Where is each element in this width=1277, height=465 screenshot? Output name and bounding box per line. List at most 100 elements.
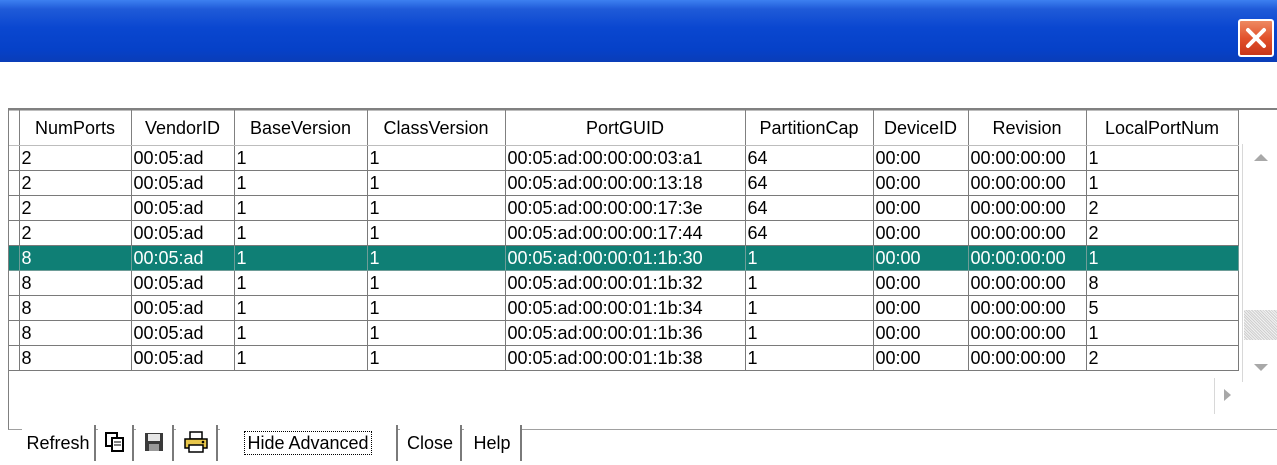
column-header[interactable]: DeviceID <box>872 110 969 146</box>
table-cell[interactable]: 1 <box>233 170 368 196</box>
table-cell[interactable]: 1 <box>366 345 506 371</box>
table-cell[interactable]: 00:00:00:00 <box>967 270 1087 296</box>
table-cell[interactable]: 1 <box>233 195 368 221</box>
table-cell[interactable]: 8 <box>18 320 132 346</box>
table-cell[interactable]: 00:00 <box>872 295 969 321</box>
table-cell[interactable]: 00:00:00:00 <box>967 145 1087 171</box>
column-header[interactable]: ClassVersion <box>366 110 506 146</box>
column-header[interactable]: PartitionCap <box>744 110 874 146</box>
table-cell[interactable]: 8 <box>1085 270 1239 296</box>
table-cell[interactable]: 00:05:ad <box>130 345 235 371</box>
table-cell[interactable]: 00:05:ad:00:00:01:1b:34 <box>504 295 746 321</box>
table-cell[interactable]: 00:05:ad <box>130 145 235 171</box>
table-cell[interactable]: 00:00:00:00 <box>967 195 1087 221</box>
table-row[interactable]: 8 00:05:ad 1 1 00:05:ad:00:00:01:1b:30 1 00:00… <box>9 245 1239 271</box>
table-cell[interactable]: 1 <box>366 220 506 246</box>
vertical-scrollbar[interactable] <box>1242 144 1277 382</box>
table-cell[interactable]: 2 <box>18 195 132 221</box>
table-cell[interactable]: 00:05:ad:00:00:01:1b:36 <box>504 320 746 346</box>
table-cell[interactable]: 00:05:ad:00:00:00:13:18 <box>504 170 746 196</box>
table-cell[interactable]: 8 <box>18 245 132 271</box>
table-cell[interactable]: 00:00:00:00 <box>967 220 1087 246</box>
table-cell[interactable]: 8 <box>18 345 132 371</box>
table-row[interactable]: 2 00:05:ad 1 1 00:05:ad:00:00:00:03:a1 64 00:0… <box>9 145 1239 171</box>
scroll-thumb[interactable] <box>1244 310 1277 340</box>
table-cell[interactable]: 1 <box>366 320 506 346</box>
table-cell[interactable]: 1 <box>233 270 368 296</box>
column-header[interactable]: Revision <box>967 110 1087 146</box>
table-cell[interactable]: 64 <box>744 220 874 246</box>
table-cell[interactable]: 64 <box>744 195 874 221</box>
table-cell[interactable]: 1 <box>366 195 506 221</box>
table-cell[interactable]: 00:00 <box>872 145 969 171</box>
table-cell[interactable]: 00:00:00:00 <box>967 170 1087 196</box>
refresh-button[interactable]: Refresh <box>22 425 96 461</box>
table-cell[interactable]: 00:05:ad:00:00:00:17:3e <box>504 195 746 221</box>
close-button[interactable]: Close <box>400 425 462 461</box>
table-cell[interactable]: 64 <box>744 145 874 171</box>
table-row[interactable]: 2 00:05:ad 1 1 00:05:ad:00:00:00:13:18 64 00:0… <box>9 170 1239 196</box>
table-cell[interactable]: 1 <box>1085 145 1239 171</box>
table-cell[interactable]: 64 <box>744 170 874 196</box>
table-cell[interactable]: 1 <box>233 295 368 321</box>
table-cell[interactable]: 1 <box>233 320 368 346</box>
table-cell[interactable]: 1 <box>366 145 506 171</box>
print-button[interactable] <box>176 425 218 461</box>
table-cell[interactable]: 00:05:ad:00:00:00:17:44 <box>504 220 746 246</box>
table-cell[interactable]: 2 <box>1085 345 1239 371</box>
scroll-down-icon[interactable] <box>1254 364 1268 371</box>
table-cell[interactable]: 00:05:ad <box>130 295 235 321</box>
scroll-right-icon[interactable] <box>1224 389 1231 401</box>
table-cell[interactable]: 00:05:ad <box>130 270 235 296</box>
table-cell[interactable]: 00:05:ad <box>130 195 235 221</box>
table-cell[interactable]: 1 <box>1085 170 1239 196</box>
save-button[interactable] <box>136 425 174 461</box>
table-cell[interactable]: 1 <box>1085 245 1239 271</box>
table-cell[interactable]: 00:00:00:00 <box>967 245 1087 271</box>
table-cell[interactable]: 1 <box>366 295 506 321</box>
table-cell[interactable]: 00:05:ad:00:00:00:03:a1 <box>504 145 746 171</box>
table-row[interactable]: 2 00:05:ad 1 1 00:05:ad:00:00:00:17:3e 64 00:0… <box>9 195 1239 221</box>
table-cell[interactable]: 00:00 <box>872 245 969 271</box>
table-cell[interactable]: 00:05:ad:00:00:01:1b:30 <box>504 245 746 271</box>
table-cell[interactable]: 00:00 <box>872 270 969 296</box>
table-cell[interactable]: 00:05:ad <box>130 245 235 271</box>
table-cell[interactable]: 00:00 <box>872 220 969 246</box>
table-cell[interactable]: 00:00 <box>872 195 969 221</box>
column-header[interactable]: PortGUID <box>504 110 746 146</box>
column-header[interactable]: LocalPortNum <box>1085 110 1239 146</box>
table-row[interactable]: 8 00:05:ad 1 1 00:05:ad:00:00:01:1b:34 1 00:00… <box>9 295 1239 321</box>
table-cell[interactable]: 00:05:ad <box>130 220 235 246</box>
table-cell[interactable]: 2 <box>18 170 132 196</box>
table-cell[interactable]: 1 <box>744 345 874 371</box>
column-header[interactable]: NumPorts <box>18 110 132 146</box>
table-row[interactable]: 2 00:05:ad 1 1 00:05:ad:00:00:00:17:44 64 00:0… <box>9 220 1239 246</box>
table-cell[interactable]: 00:00 <box>872 170 969 196</box>
scroll-up-icon[interactable] <box>1254 154 1268 161</box>
table-cell[interactable]: 5 <box>1085 295 1239 321</box>
table-cell[interactable]: 2 <box>1085 220 1239 246</box>
table-cell[interactable]: 00:05:ad:00:00:01:1b:32 <box>504 270 746 296</box>
table-cell[interactable]: 2 <box>1085 195 1239 221</box>
table-row[interactable]: 8 00:05:ad 1 1 00:05:ad:00:00:01:1b:36 1 00:00… <box>9 320 1239 346</box>
table-cell[interactable]: 1 <box>233 145 368 171</box>
table-cell[interactable]: 00:00:00:00 <box>967 320 1087 346</box>
table-cell[interactable]: 1 <box>1085 320 1239 346</box>
horizontal-scroll-right[interactable] <box>1214 378 1242 414</box>
table-cell[interactable]: 00:05:ad <box>130 170 235 196</box>
table-cell[interactable]: 8 <box>18 270 132 296</box>
table-cell[interactable]: 8 <box>18 295 132 321</box>
table-cell[interactable]: 00:00 <box>872 345 969 371</box>
table-cell[interactable]: 1 <box>744 245 874 271</box>
table-cell[interactable]: 1 <box>233 220 368 246</box>
close-icon[interactable] <box>1238 19 1274 57</box>
table-cell[interactable]: 00:00:00:00 <box>967 345 1087 371</box>
table-cell[interactable]: 2 <box>18 220 132 246</box>
table-cell[interactable]: 00:00 <box>872 320 969 346</box>
table-cell[interactable]: 1 <box>744 320 874 346</box>
help-button[interactable]: Help <box>464 425 522 461</box>
table-row[interactable]: 8 00:05:ad 1 1 00:05:ad:00:00:01:1b:32 1 00:00… <box>9 270 1239 296</box>
table-cell[interactable]: 1 <box>233 345 368 371</box>
table-cell[interactable]: 1 <box>744 295 874 321</box>
table-cell[interactable]: 00:00:00:00 <box>967 295 1087 321</box>
